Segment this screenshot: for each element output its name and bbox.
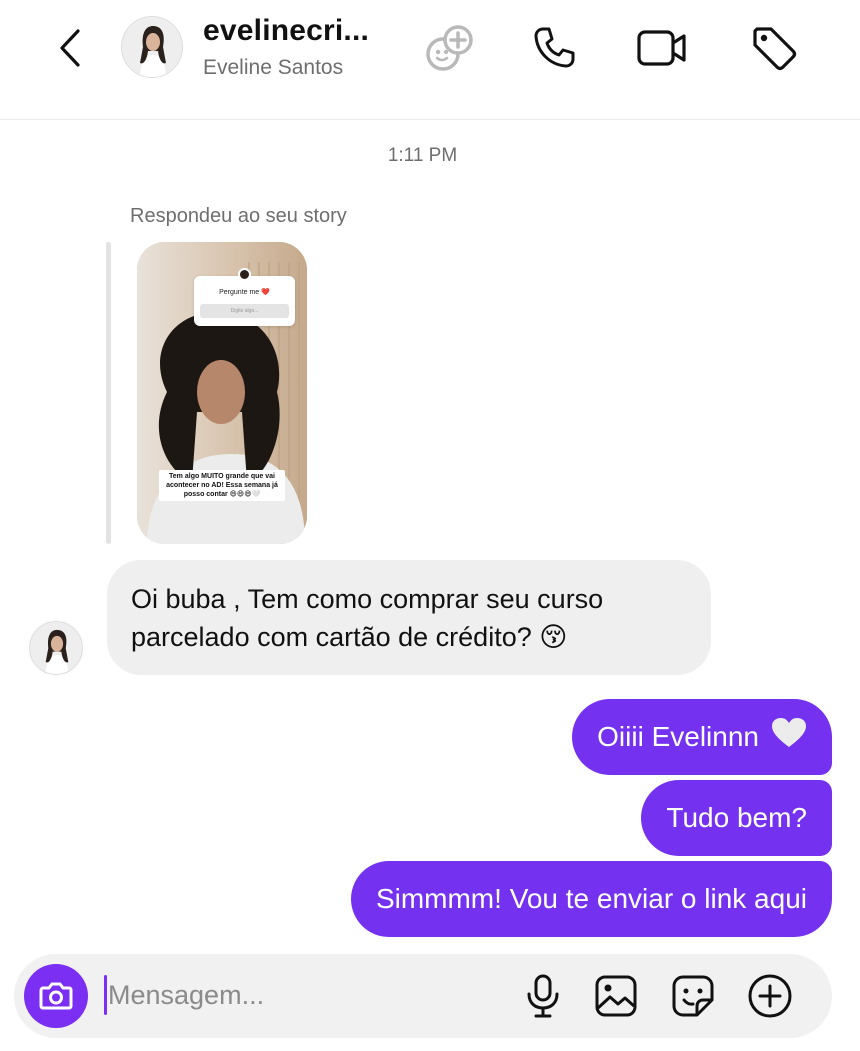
sticker-icon bbox=[672, 975, 714, 1017]
audio-call-button[interactable] bbox=[528, 22, 580, 74]
story-question-placeholder: Digite algo... bbox=[230, 308, 259, 314]
chat-header: evelinecri... Eveline Santos bbox=[0, 0, 860, 120]
tag-button[interactable] bbox=[748, 22, 800, 74]
story-question-box: Pergunte me ❤️ Digite algo... bbox=[194, 268, 295, 326]
back-button[interactable] bbox=[50, 24, 90, 72]
text-cursor bbox=[104, 975, 107, 1015]
contact-avatar[interactable] bbox=[121, 16, 183, 78]
message-input[interactable] bbox=[108, 972, 488, 1018]
reply-indicator-bar bbox=[106, 242, 111, 544]
sender-avatar[interactable] bbox=[29, 621, 83, 675]
voice-message-button[interactable] bbox=[520, 973, 566, 1019]
story-thumbnail[interactable]: Pergunte me ❤️ Digite algo... Tem algo M… bbox=[137, 242, 307, 544]
more-options-button[interactable] bbox=[747, 973, 793, 1019]
outgoing-message[interactable]: Tudo bem? bbox=[641, 780, 832, 856]
avatar-image bbox=[30, 622, 82, 674]
video-call-button[interactable] bbox=[636, 22, 688, 74]
story-reply-label: Respondeu ao seu story bbox=[130, 205, 347, 227]
back-chevron-icon bbox=[60, 29, 80, 67]
sticker-button[interactable] bbox=[670, 973, 716, 1019]
incoming-message[interactable]: Oi buba , Tem como comprar seu curso par… bbox=[107, 560, 711, 675]
tag-icon bbox=[753, 27, 797, 71]
avatar-image bbox=[122, 17, 182, 77]
camera-button[interactable] bbox=[24, 964, 88, 1028]
plus-icon bbox=[748, 974, 792, 1018]
ai-sparkle-icon bbox=[426, 25, 473, 71]
story-caption: Tem algo MUITO grande que vai acontecer … bbox=[159, 470, 285, 501]
question-avatar bbox=[238, 268, 251, 281]
gallery-button[interactable] bbox=[593, 973, 639, 1019]
outgoing-message[interactable]: Simmmm! Vou te enviar o link aqui bbox=[350, 861, 832, 937]
camera-icon bbox=[39, 982, 73, 1010]
video-camera-icon bbox=[637, 30, 686, 66]
story-question-field: Digite algo... bbox=[200, 304, 289, 318]
heart-emoji-icon bbox=[771, 717, 807, 757]
contact-full-name: Eveline Santos bbox=[203, 56, 344, 79]
message-timestamp: 1:11 PM bbox=[387, 145, 458, 166]
outgoing-message-text: Oiiii Evelinnn bbox=[597, 721, 759, 752]
microphone-icon bbox=[527, 974, 559, 1018]
gallery-icon bbox=[595, 975, 637, 1017]
story-question-title: Pergunte me ❤️ bbox=[219, 289, 270, 296]
ai-button[interactable] bbox=[424, 22, 476, 74]
phone-icon bbox=[534, 27, 575, 68]
message-composer bbox=[14, 954, 832, 1038]
contact-username[interactable]: evelinecri... bbox=[203, 14, 369, 48]
outgoing-message[interactable]: Oiiii Evelinnn bbox=[572, 699, 832, 775]
